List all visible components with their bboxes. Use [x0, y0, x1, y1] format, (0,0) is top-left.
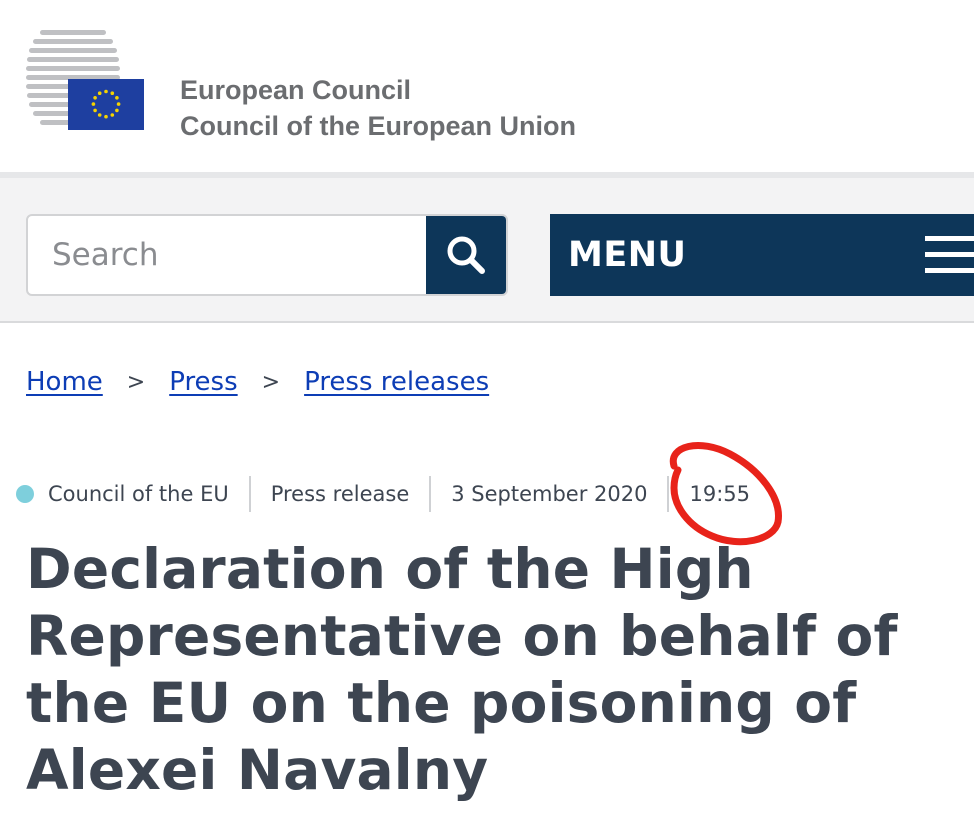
meta-council: Council of the EU — [48, 482, 229, 506]
council-color-dot — [16, 485, 34, 503]
search-button[interactable] — [426, 216, 506, 294]
nav-bar: MENU — [0, 172, 974, 323]
menu-button[interactable]: MENU — [550, 214, 974, 296]
meta-date: 3 September 2020 — [429, 476, 667, 512]
org-name-council-of-eu: Council of the European Union — [180, 111, 576, 141]
search-icon — [447, 236, 485, 274]
council-logo[interactable] — [26, 30, 148, 132]
council-logo-icon — [26, 30, 144, 130]
breadcrumb: Home > Press > Press releases — [26, 362, 489, 402]
meta-time: 19:55 — [667, 476, 770, 512]
site-header: European Council Council of the European… — [0, 0, 974, 172]
org-names[interactable]: European Council Council of the European… — [180, 72, 576, 144]
eu-flag — [68, 79, 144, 130]
org-name-european-council: European Council — [180, 75, 412, 105]
breadcrumb-press-releases-link[interactable]: Press releases — [304, 367, 489, 397]
page-title: Declaration of the High Representative o… — [26, 537, 898, 802]
search-box — [26, 214, 508, 296]
article-meta: Council of the EU Press release 3 Septem… — [16, 472, 770, 516]
menu-label: MENU — [568, 235, 687, 275]
breadcrumb-press-link[interactable]: Press — [169, 367, 237, 397]
search-input[interactable] — [28, 216, 428, 294]
breadcrumb-separator: > — [126, 369, 146, 395]
meta-type: Press release — [248, 476, 430, 512]
breadcrumb-home-link[interactable]: Home — [26, 367, 103, 397]
hamburger-icon — [925, 230, 974, 280]
breadcrumb-separator: > — [261, 369, 281, 395]
